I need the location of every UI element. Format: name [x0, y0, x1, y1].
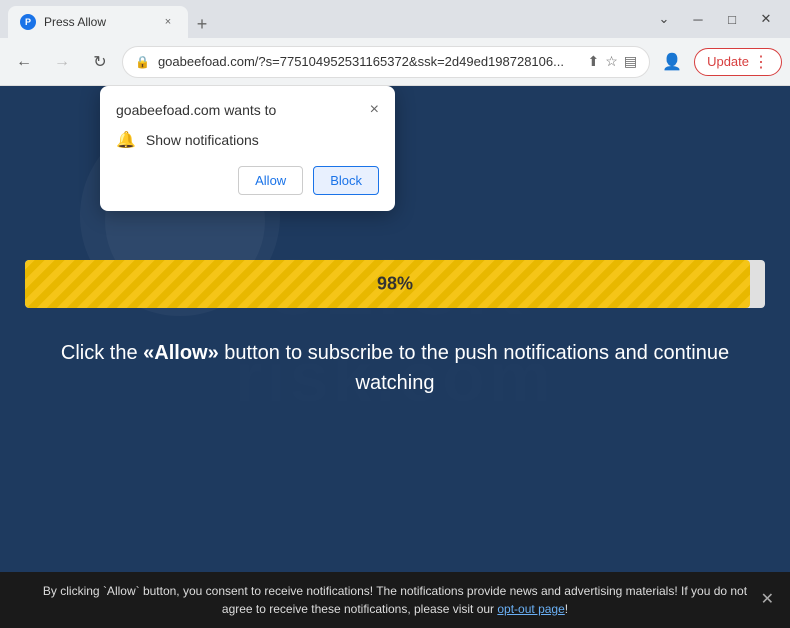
popup-header: goabeefoad.com wants to ×	[116, 102, 379, 118]
new-tab-button[interactable]: +	[188, 10, 216, 38]
title-bar: P Press Allow × + ⌄ ─ □ ✕	[0, 0, 790, 38]
banner-close-button[interactable]: ✕	[761, 588, 774, 612]
bottom-consent-banner: By clicking `Allow` button, you consent …	[0, 572, 790, 628]
allow-button[interactable]: Allow	[238, 166, 303, 195]
bookmark-icon[interactable]: ☆	[605, 53, 618, 70]
browser-window: P Press Allow × + ⌄ ─ □ ✕ ← → ↻ 🔒 goabee…	[0, 0, 790, 628]
close-button[interactable]: ✕	[750, 5, 782, 33]
navigation-bar: ← → ↻ 🔒 goabeefoad.com/?s=77510495253116…	[0, 38, 790, 86]
update-menu-icon: ⋮	[753, 52, 769, 72]
tab-favicon: P	[20, 14, 36, 30]
address-text: goabeefoad.com/?s=775104952531165372&ssk…	[158, 54, 580, 69]
notification-permission-popup: goabeefoad.com wants to × 🔔 Show notific…	[100, 86, 395, 211]
popup-title: goabeefoad.com wants to	[116, 102, 276, 118]
tab-title: Press Allow	[44, 15, 152, 29]
tab-strip: P Press Allow × +	[8, 0, 644, 38]
banner-text-before: By clicking `Allow` button, you consent …	[43, 584, 747, 616]
block-button[interactable]: Block	[313, 166, 379, 195]
opt-out-link[interactable]: opt-out page	[497, 602, 564, 616]
window-controls: ⌄ ─ □ ✕	[648, 5, 782, 33]
address-bar[interactable]: 🔒 goabeefoad.com/?s=775104952531165372&s…	[122, 46, 650, 78]
progress-container: 98%	[25, 260, 765, 308]
address-action-icons: ⬆ ☆ ▤	[588, 53, 638, 70]
active-tab[interactable]: P Press Allow ×	[8, 6, 188, 38]
update-button[interactable]: Update ⋮	[694, 48, 782, 76]
popup-close-button[interactable]: ×	[370, 102, 379, 118]
refresh-button[interactable]: ↻	[84, 46, 116, 78]
notification-permission-label: Show notifications	[146, 132, 259, 148]
update-label: Update	[707, 54, 749, 69]
chevron-down-icon[interactable]: ⌄	[648, 5, 680, 33]
forward-button[interactable]: →	[46, 46, 78, 78]
instruction-bold-allow: «Allow»	[143, 342, 219, 364]
page-content: CLICK risk.com goabeefoad.com wants to ×…	[0, 86, 790, 572]
popup-notification-row: 🔔 Show notifications	[116, 130, 379, 150]
instruction-suffix: button to subscribe to the push notifica…	[219, 342, 729, 394]
instruction-text: Click the «Allow» button to subscribe to…	[45, 338, 745, 398]
bell-icon: 🔔	[116, 130, 136, 150]
maximize-button[interactable]: □	[716, 5, 748, 33]
popup-action-buttons: Allow Block	[116, 166, 379, 195]
back-button[interactable]: ←	[8, 46, 40, 78]
banner-text-after: !	[565, 602, 568, 616]
progress-label: 98%	[377, 274, 413, 295]
profile-icon[interactable]: 👤	[656, 46, 688, 78]
share-icon[interactable]: ⬆	[588, 53, 600, 70]
minimize-button[interactable]: ─	[682, 5, 714, 33]
lock-icon: 🔒	[135, 55, 150, 69]
reader-mode-icon[interactable]: ▤	[624, 53, 637, 70]
toolbar-icons: 👤	[656, 46, 688, 78]
tab-close-button[interactable]: ×	[160, 14, 176, 30]
instruction-prefix: Click the	[61, 342, 143, 364]
